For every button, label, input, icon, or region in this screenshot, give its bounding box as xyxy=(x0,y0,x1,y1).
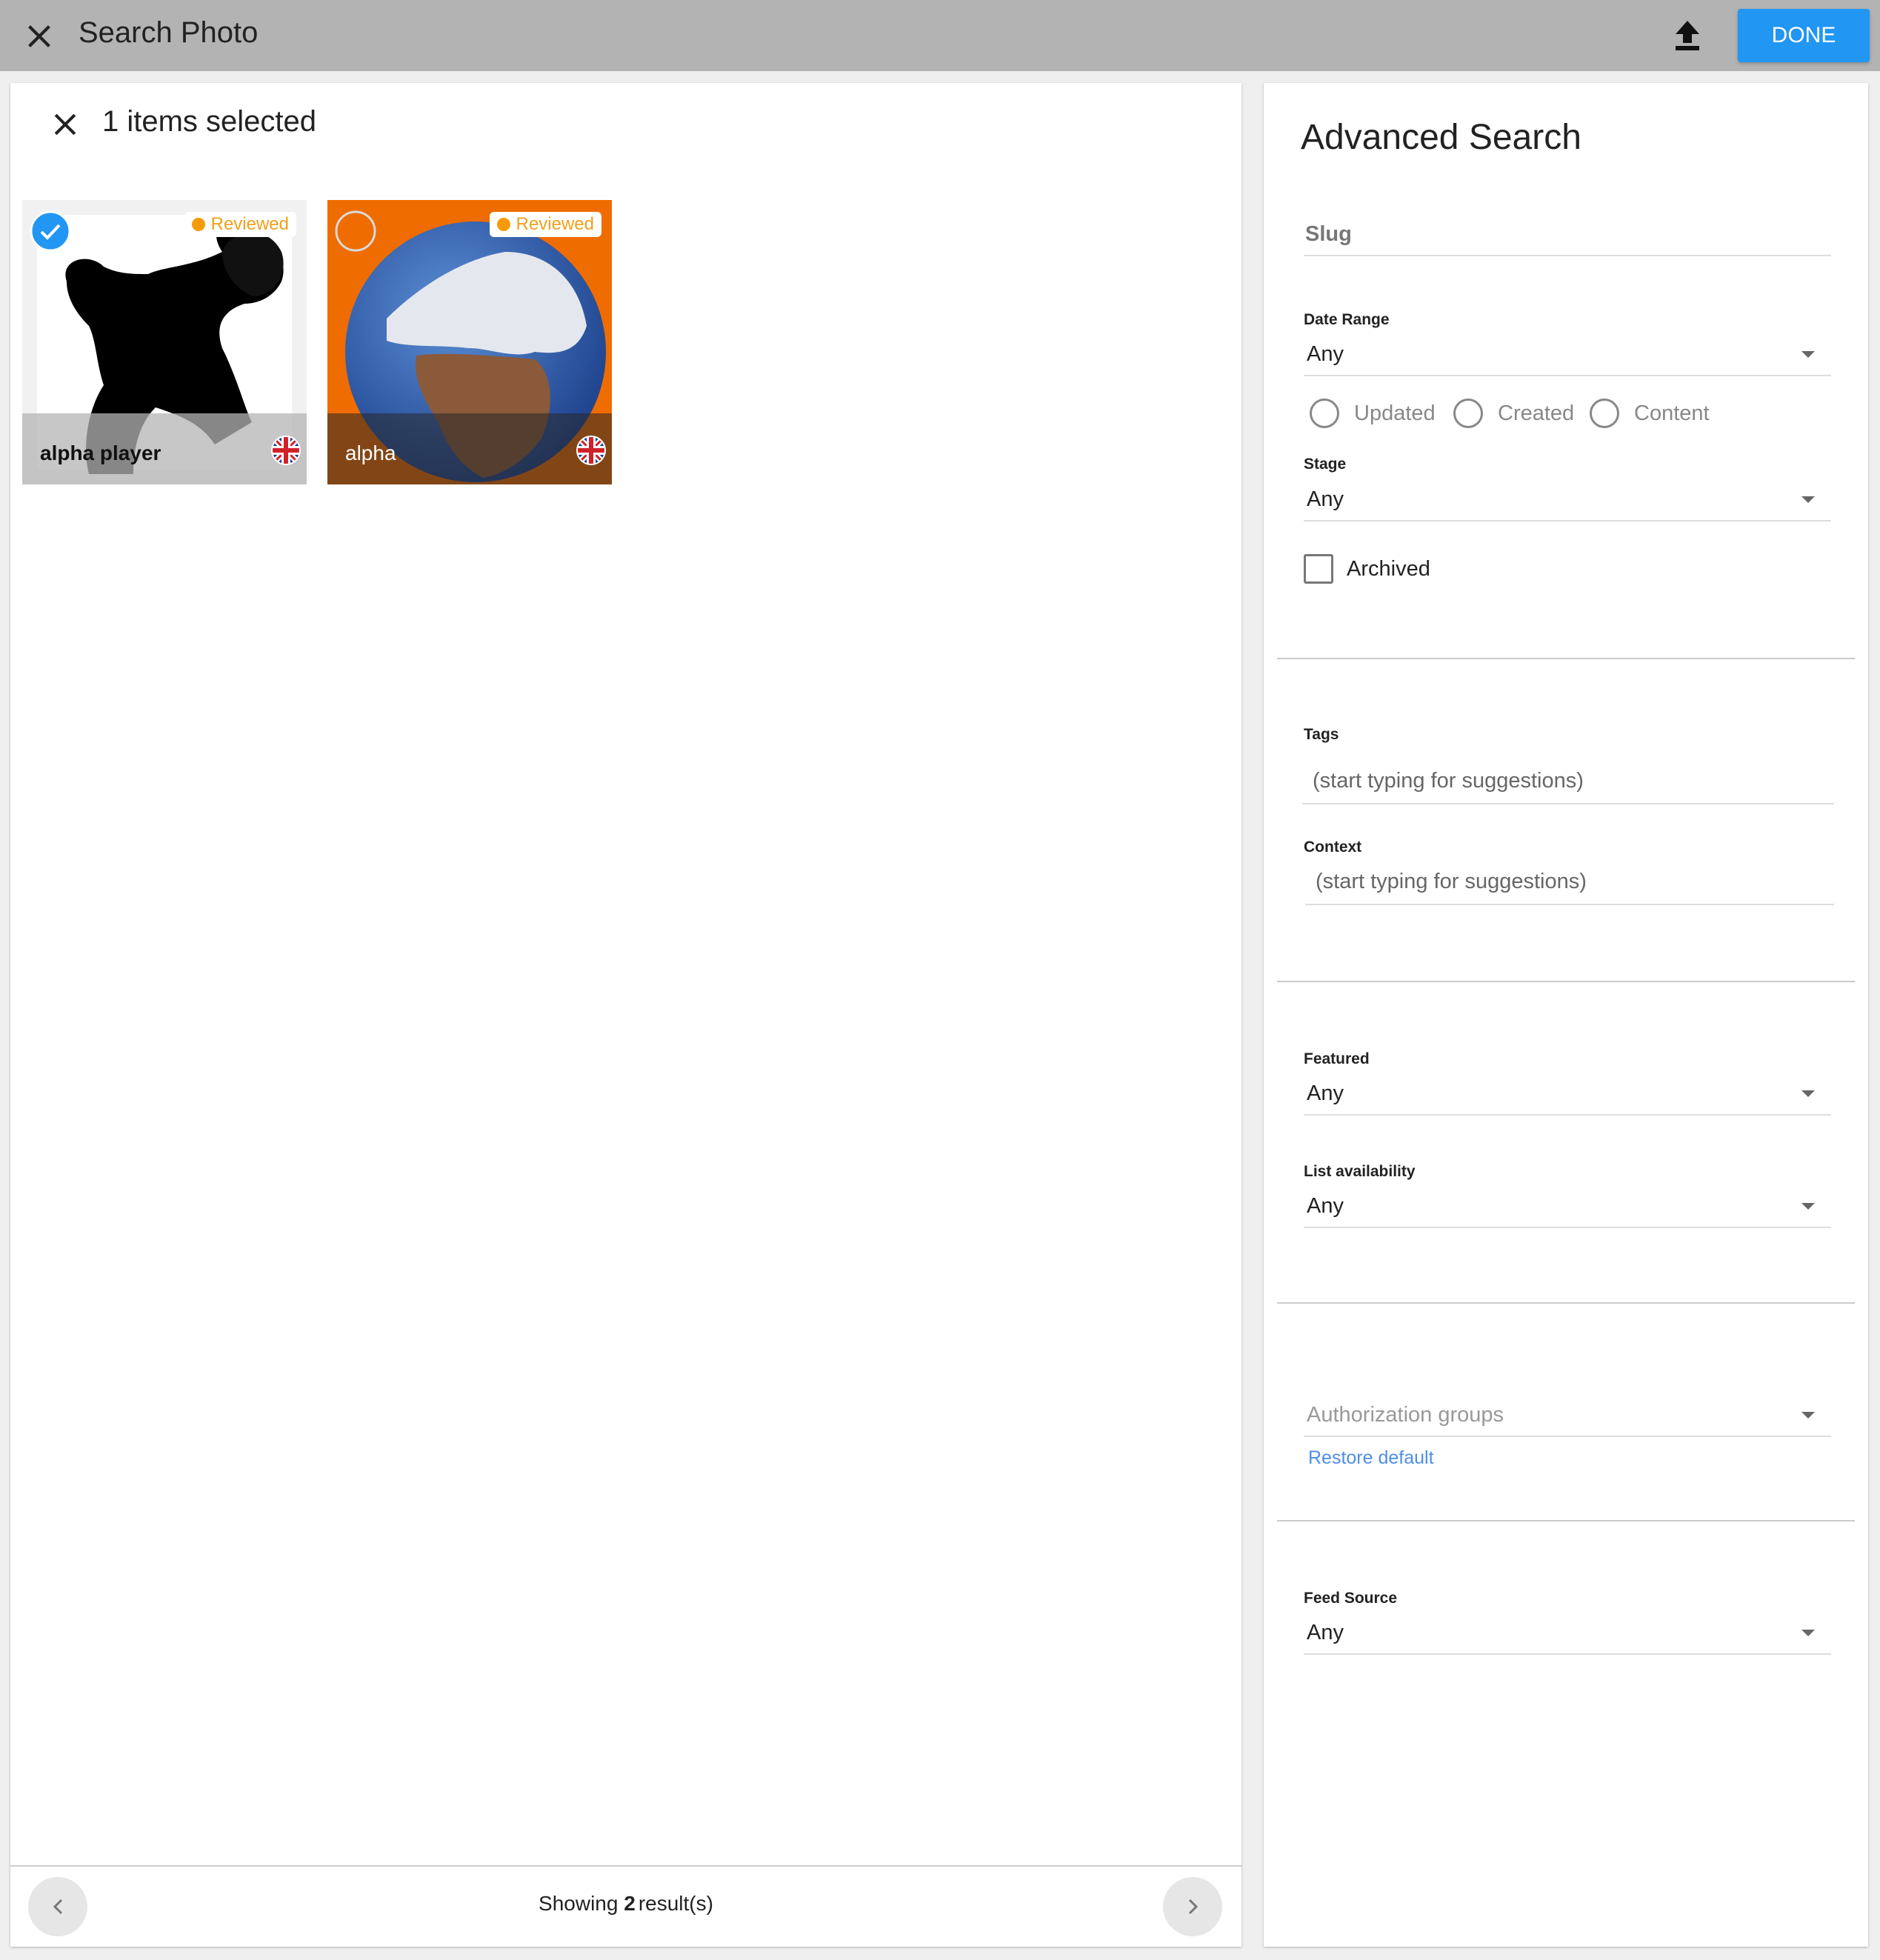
top-bar: Search Photo DONE xyxy=(0,0,1880,71)
radio-content[interactable] xyxy=(1590,399,1619,428)
feed-source-label: Feed Source xyxy=(1304,1590,1398,1607)
dropdown-arrow-icon xyxy=(1801,496,1815,503)
uk-flag-icon xyxy=(271,436,301,465)
dropdown-arrow-icon xyxy=(1801,1090,1815,1097)
footer-divider xyxy=(10,1865,1241,1867)
done-button[interactable]: DONE xyxy=(1738,9,1870,62)
next-page-button[interactable] xyxy=(1163,1877,1222,1936)
radio-updated[interactable] xyxy=(1310,399,1339,428)
radio-updated-label: Updated xyxy=(1354,401,1436,425)
results-panel: 1 items selected alpha player Reviewed a… xyxy=(10,83,1241,1947)
status-badge-label: Reviewed xyxy=(516,214,594,234)
card-caption: alpha player xyxy=(40,441,161,464)
featured-select[interactable]: Any xyxy=(1304,1074,1831,1116)
status-dot-icon xyxy=(496,218,510,231)
context-input[interactable]: (start typing for suggestions) xyxy=(1305,862,1834,905)
result-card[interactable]: alpha Reviewed xyxy=(327,200,612,484)
chevron-right-icon xyxy=(1188,1899,1199,1915)
advanced-search-panel: Advanced Search Slug Date Range Any Upda… xyxy=(1264,83,1868,1947)
dropdown-arrow-icon xyxy=(1801,1203,1815,1210)
date-range-label: Date Range xyxy=(1304,311,1390,328)
tags-input[interactable]: (start typing for suggestions) xyxy=(1302,759,1834,804)
page-title: Search Photo xyxy=(79,16,259,49)
section-divider xyxy=(1277,1302,1855,1304)
radio-created[interactable] xyxy=(1453,399,1483,428)
status-badge-label: Reviewed xyxy=(210,214,289,234)
selection-count: 1 items selected xyxy=(102,105,317,138)
section-divider xyxy=(1277,658,1855,659)
featured-label: Featured xyxy=(1304,1050,1370,1067)
status-badge: Reviewed xyxy=(489,212,601,237)
advanced-search-title: Advanced Search xyxy=(1301,118,1581,157)
results-count: Showing 2 result(s) xyxy=(539,1892,713,1915)
stage-label: Stage xyxy=(1304,456,1347,473)
date-range-select[interactable]: Any xyxy=(1304,335,1831,376)
selected-check-icon[interactable] xyxy=(30,210,71,252)
list-availability-label: List availability xyxy=(1304,1163,1416,1180)
radio-content-label: Content xyxy=(1634,401,1710,425)
uk-flag-icon xyxy=(576,436,606,465)
feed-source-select[interactable]: Any xyxy=(1304,1613,1831,1655)
upload-icon[interactable] xyxy=(1673,19,1702,52)
clear-selection-icon[interactable] xyxy=(49,108,81,141)
dropdown-arrow-icon xyxy=(1801,1630,1815,1636)
list-availability-select[interactable]: Any xyxy=(1304,1187,1831,1228)
stage-select[interactable]: Any xyxy=(1304,480,1831,521)
section-divider xyxy=(1277,981,1855,982)
section-divider xyxy=(1277,1520,1855,1521)
archived-checkbox[interactable] xyxy=(1304,554,1333,584)
status-dot-icon xyxy=(191,218,205,231)
status-badge: Reviewed xyxy=(184,212,296,237)
close-icon[interactable] xyxy=(22,19,56,53)
dropdown-arrow-icon xyxy=(1801,1412,1815,1419)
radio-created-label: Created xyxy=(1498,401,1575,425)
authorization-groups-select[interactable]: Authorization groups xyxy=(1304,1396,1831,1437)
archived-label: Archived xyxy=(1347,557,1430,581)
unselected-circle-icon[interactable] xyxy=(335,210,376,252)
context-label: Context xyxy=(1304,839,1362,856)
result-card[interactable]: alpha player Reviewed xyxy=(22,200,307,484)
dropdown-arrow-icon xyxy=(1801,351,1815,358)
slug-input[interactable]: Slug xyxy=(1304,215,1831,256)
restore-default-link[interactable]: Restore default xyxy=(1308,1447,1434,1469)
tags-label: Tags xyxy=(1304,726,1339,743)
card-caption: alpha xyxy=(345,441,396,464)
